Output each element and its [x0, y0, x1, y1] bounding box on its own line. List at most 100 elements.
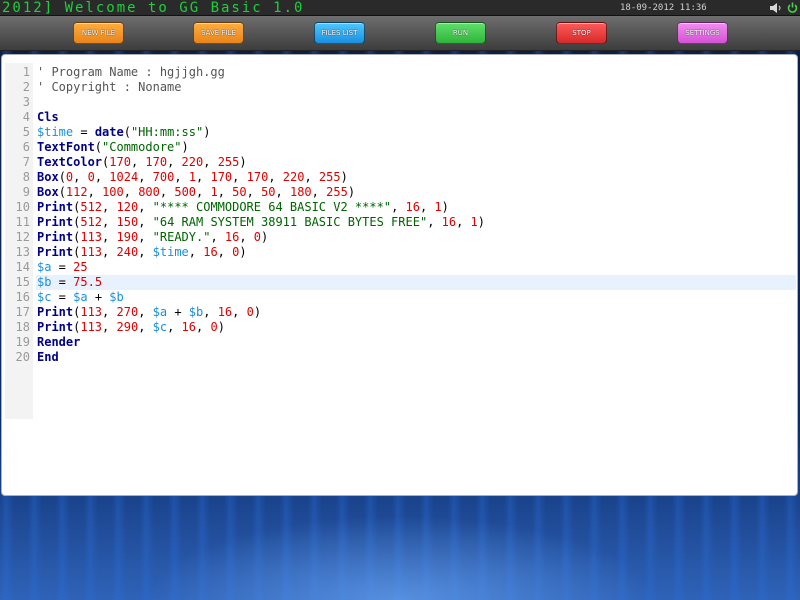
code-line[interactable]: 1 ​' Program Name : hgjjgh.gg	[2, 65, 797, 80]
code-text[interactable]: ​Render	[36, 335, 796, 350]
code-line[interactable]: 13 ​Print(113, 240, $time, 16, 0)	[2, 245, 797, 260]
line-number: 17	[15, 305, 30, 319]
code-token: 113	[80, 245, 103, 259]
code-text[interactable]: ​Print(113, 240, $time, 16, 0)	[36, 245, 796, 260]
code-token: ,	[232, 305, 247, 319]
new-file-button[interactable]: NEW FILE	[73, 22, 124, 44]
code-line[interactable]: 19 ​Render	[2, 335, 797, 350]
code-line[interactable]: 5 ​$time = date("HH:mm:ss")	[2, 125, 797, 140]
code-text[interactable]: ​Print(512, 120, "**** COMMODORE 64 BASI…	[36, 200, 796, 215]
code-text[interactable]: ​Print(113, 290, $c, 16, 0)	[36, 320, 796, 335]
code-token: 512	[80, 200, 103, 214]
code-token: ,	[203, 305, 218, 319]
power-icon[interactable]	[787, 2, 798, 14]
code-line[interactable]: 15 ​$b = 75.5	[2, 275, 797, 290]
code-token: ,	[196, 170, 211, 184]
window-title: 2012] Welcome to GG Basic 1.0	[2, 0, 305, 16]
code-text[interactable]: ​$b = 75.5	[36, 275, 796, 290]
code-token: 112	[65, 185, 88, 199]
stop-button[interactable]: STOP	[556, 22, 607, 44]
line-number: 12	[15, 230, 30, 244]
line-number: 10	[15, 200, 30, 214]
code-text[interactable]: ​End	[36, 350, 796, 365]
code-line[interactable]: 14 ​$a = 25	[2, 260, 797, 275]
code-token: ,	[203, 155, 218, 169]
code-token: $a	[37, 260, 52, 274]
code-token: $time	[37, 125, 74, 139]
code-line[interactable]: 2 ​' Copyright : Noname	[2, 80, 797, 95]
code-line[interactable]: 9 ​Box(112, 100, 800, 500, 1, 50, 50, 180…	[2, 185, 797, 200]
code-token: (	[58, 185, 66, 199]
code-token: 75.5	[73, 275, 103, 289]
code-token: ,	[138, 320, 153, 334]
code-token: ,	[73, 170, 88, 184]
line-number: 14	[15, 260, 30, 274]
code-editor[interactable]: 1 ​' Program Name : hgjjgh.gg2​' Copyrigh…	[1, 54, 798, 496]
code-token: 270	[116, 305, 139, 319]
code-line[interactable]: 17 ​Print(113, 270, $a + $b, 16, 0)	[2, 305, 797, 320]
code-line[interactable]: 18 ​Print(113, 290, $c, 16, 0)	[2, 320, 797, 335]
code-token: ,	[210, 230, 225, 244]
code-text[interactable]: ​	[36, 95, 796, 110]
code-text[interactable]: ​Print(512, 150, "64 RAM SYSTEM 38911 BA…	[36, 215, 796, 230]
code-token: 700	[152, 170, 175, 184]
files-list-button[interactable]: FILES LIST	[314, 22, 365, 44]
code-token: 500	[174, 185, 197, 199]
code-text[interactable]: ​$a = 25	[36, 260, 796, 275]
line-number: 7	[22, 155, 30, 169]
code-line[interactable]: 20 ​End	[2, 350, 797, 365]
code-token: =	[51, 290, 74, 304]
code-line[interactable]: 4 ​Cls	[2, 110, 797, 125]
code-token: 50	[232, 185, 247, 199]
code-token: ,	[159, 185, 175, 199]
line-number: 18	[15, 320, 30, 334]
code-text[interactable]: ​Print(113, 270, $a + $b, 16, 0)	[36, 305, 796, 320]
code-token: ,	[311, 185, 327, 199]
code-token: Print	[37, 245, 74, 259]
code-line[interactable]: 3​	[2, 95, 797, 110]
line-number: 9	[22, 185, 30, 199]
code-token: +	[167, 305, 189, 319]
code-token: )	[261, 230, 269, 244]
code-token: 16	[441, 215, 457, 229]
code-text[interactable]: ​' Program Name : hgjjgh.gg	[36, 65, 796, 80]
code-token: 170	[145, 155, 168, 169]
code-text[interactable]: ​Print(113, 190, "READY.", 16, 0)	[36, 230, 796, 245]
code-token: 1	[210, 185, 218, 199]
code-token: 113	[80, 230, 103, 244]
code-token: 1	[188, 170, 197, 184]
speaker-icon[interactable]	[770, 3, 782, 13]
code-token: $a	[152, 305, 168, 319]
code-token: ,	[94, 170, 110, 184]
code-line[interactable]: 8​Box(0, 0, 1024, 700, 1, 170, 170, 220,…	[2, 170, 797, 185]
code-token: ,	[102, 305, 117, 319]
settings-button[interactable]: SETTINGS	[677, 22, 728, 44]
code-text[interactable]: ​Box(0, 0, 1024, 700, 1, 170, 170, 220, …	[36, 170, 796, 185]
code-text[interactable]: ​$time = date("HH:mm:ss")	[36, 125, 796, 140]
code-token: ,	[138, 215, 153, 229]
code-token: $c	[37, 290, 52, 304]
code-text[interactable]: ​Cls	[36, 110, 796, 125]
code-token: 512	[80, 215, 103, 229]
code-line[interactable]: 16 ​$c = $a + $b	[2, 290, 797, 305]
code-token: "HH:mm:ss"	[130, 125, 204, 139]
toolbar: NEW FILE SAVE FILE FILES LIST RUN STOP S…	[0, 16, 800, 51]
code-token: ,	[188, 245, 204, 259]
code-text[interactable]: ​' Copyright : Noname	[36, 80, 796, 95]
code-token: 0	[210, 320, 218, 334]
code-line[interactable]: 6 ​TextFont("Commodore")	[2, 140, 797, 155]
code-text[interactable]: ​$c = $a + $b	[36, 290, 796, 305]
line-number: 1	[22, 65, 30, 79]
code-text[interactable]: ​TextFont("Commodore")	[36, 140, 796, 155]
code-token: 190	[116, 230, 139, 244]
save-file-button[interactable]: SAVE FILE	[193, 22, 244, 44]
code-line[interactable]: 12 ​Print(113, 190, "READY.", 16, 0)	[2, 230, 797, 245]
line-number: 4	[22, 110, 30, 124]
code-token: (	[58, 170, 66, 184]
code-text[interactable]: ​Box(112, 100, 800, 500, 1, 50, 50, 180,…	[36, 185, 796, 200]
code-line[interactable]: 7 ​TextColor(170, 170, 220, 255)	[2, 155, 797, 170]
code-text[interactable]: ​TextColor(170, 170, 220, 255)	[36, 155, 796, 170]
code-line[interactable]: 10 ​Print(512, 120, "**** COMMODORE 64 BA…	[2, 200, 797, 215]
code-line[interactable]: 11 ​Print(512, 150, "64 RAM SYSTEM 38911 …	[2, 215, 797, 230]
run-button[interactable]: RUN	[435, 22, 486, 44]
